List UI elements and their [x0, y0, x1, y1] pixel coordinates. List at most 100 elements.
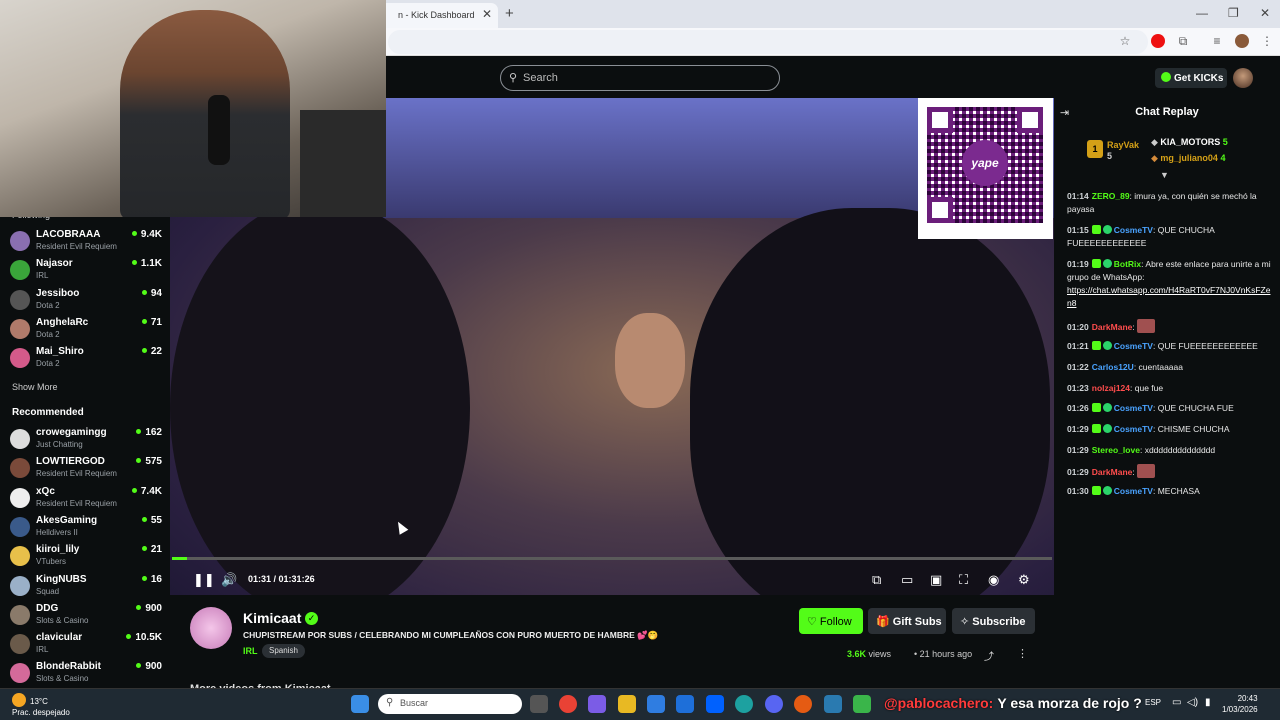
pip-icon[interactable]: ⧉: [872, 572, 881, 588]
video-frame-face: [615, 313, 685, 408]
battery-icon[interactable]: ▮: [1205, 697, 1211, 708]
chat-username[interactable]: Carlos12U: [1092, 362, 1134, 372]
minimize-icon[interactable]: —: [1196, 6, 1208, 20]
theater-mode-icon[interactable]: ▭: [901, 572, 913, 588]
bookmark-star-icon[interactable]: ☆: [1118, 34, 1132, 48]
discord-icon[interactable]: [765, 695, 783, 713]
more-options-icon[interactable]: ⋮: [1017, 647, 1028, 660]
file-explorer-icon[interactable]: [618, 695, 636, 713]
language-tag[interactable]: Spanish: [262, 644, 305, 658]
channel-name[interactable]: Kimicaat: [243, 610, 301, 626]
sidebar-item-clavicular[interactable]: clavicular IRL 10.5K: [10, 632, 162, 660]
qr-corner: [927, 107, 953, 133]
avatar: [10, 260, 30, 281]
subscribe-button[interactable]: ✧ Subscribe: [952, 608, 1035, 634]
task-view-icon[interactable]: [530, 695, 548, 713]
gift-subs-button[interactable]: 🎁 Gift Subs: [868, 608, 946, 634]
get-kicks-button[interactable]: Get KICKs: [1155, 68, 1227, 88]
new-tab-icon[interactable]: +: [505, 5, 514, 22]
chat-timestamp: 01:19: [1067, 259, 1089, 269]
chat-username[interactable]: CosmeTV: [1114, 341, 1153, 351]
dropbox-icon[interactable]: [706, 695, 724, 713]
top-gifter-2[interactable]: ◆ KIA_MOTORS 5: [1151, 137, 1228, 148]
share-icon[interactable]: ⤴: [984, 648, 994, 663]
chat-username[interactable]: nolzaj124: [1092, 383, 1130, 393]
webcam-laptop: [300, 110, 386, 217]
sidebar-item-anghelarc[interactable]: AnghelaRc Dota 2 71: [10, 317, 162, 345]
browser-tab[interactable]: n - Kick Dashboard ✕: [380, 3, 498, 28]
chat-username[interactable]: DarkMane: [1092, 322, 1133, 332]
vscode-icon[interactable]: [824, 695, 842, 713]
opera-icon[interactable]: [1151, 34, 1165, 48]
pause-icon[interactable]: ❚❚: [193, 572, 215, 588]
chat-username[interactable]: CosmeTV: [1114, 424, 1153, 434]
search-input[interactable]: ⚲ Search: [500, 65, 780, 91]
chat-username[interactable]: DarkMane: [1092, 467, 1133, 477]
chat-username[interactable]: CosmeTV: [1114, 486, 1153, 496]
speaker-icon[interactable]: ◁): [1187, 697, 1198, 708]
volume-icon[interactable]: 🔊: [221, 572, 237, 588]
qr-corner: [1017, 107, 1043, 133]
viewer-count: 55: [142, 515, 162, 526]
sidebar-item-jessiboo[interactable]: Jessiboo Dota 2 94: [10, 288, 162, 316]
sidebar-item-crowegamingg[interactable]: crowegamingg Just Chatting 162: [10, 427, 162, 455]
pinned-toggle-icon[interactable]: ▼: [1160, 170, 1169, 180]
extensions-icon[interactable]: ⧉: [1176, 34, 1190, 48]
yape-qr-code: yape: [918, 98, 1053, 239]
fullscreen-icon[interactable]: ⛶: [959, 572, 968, 588]
chat-username[interactable]: CosmeTV: [1114, 225, 1153, 235]
chat-username[interactable]: Stereo_love: [1092, 445, 1140, 455]
taskbar-search[interactable]: ⚲ Buscar: [378, 694, 522, 714]
window-close-icon[interactable]: ✕: [1260, 6, 1270, 20]
webcam-overlay: [0, 0, 386, 217]
sidebar-item-najasor[interactable]: Najasor IRL 1.1K: [10, 258, 162, 286]
top-gifter-3[interactable]: ◆ mg_juliano04 4: [1151, 153, 1225, 164]
sub-badge-icon: [1091, 259, 1101, 268]
chat-message: 01:20 DarkMane:: [1067, 319, 1273, 334]
sidebar-item-lowtiergod[interactable]: LOWTIERGOD Resident Evil Requiem 575: [10, 456, 162, 484]
follow-button[interactable]: ♡ Follow: [799, 608, 863, 634]
chat-link[interactable]: https://chat.whatsapp.com/H4RaRT0vF7NJ0V…: [1067, 285, 1270, 308]
chat-username[interactable]: BotRix: [1114, 259, 1141, 269]
chat-username[interactable]: CosmeTV: [1114, 403, 1153, 413]
media-icon[interactable]: ≡: [1210, 34, 1224, 48]
show-more-button[interactable]: Show More: [12, 382, 58, 392]
maximize-icon[interactable]: ❐: [1228, 6, 1239, 20]
close-tab-icon[interactable]: ✕: [482, 7, 492, 21]
store-icon[interactable]: [647, 695, 665, 713]
playback-speed-icon[interactable]: ◉: [988, 572, 999, 588]
edge-icon[interactable]: [735, 695, 753, 713]
channel-avatar[interactable]: [190, 607, 232, 649]
system-clock[interactable]: 20:43 1/03/2026: [1222, 693, 1258, 715]
sidebar-item-ddg[interactable]: DDG Slots & Casino 900: [10, 603, 162, 631]
clip-icon[interactable]: ▣: [930, 572, 942, 588]
app-icon[interactable]: [794, 695, 812, 713]
user-avatar[interactable]: [1233, 68, 1253, 88]
sidebar-item-kiiroi_lily[interactable]: kiiroi_lily VTubers 21: [10, 544, 162, 572]
sidebar-item-akesgaming[interactable]: AkesGaming Helldivers II 55: [10, 515, 162, 543]
progress-bar[interactable]: [172, 557, 1052, 560]
category-link[interactable]: IRL: [243, 646, 258, 656]
sidebar-item-xqc[interactable]: xQc Resident Evil Requiem 7.4K: [10, 486, 162, 514]
copilot-icon[interactable]: [588, 695, 606, 713]
menu-icon[interactable]: ⋮: [1260, 34, 1274, 48]
sidebar-item-mai_shiro[interactable]: Mai_Shiro Dota 2 22: [10, 346, 162, 374]
weather-widget[interactable]: 13°C Prac. despejado: [12, 693, 70, 718]
app-icon[interactable]: [853, 695, 871, 713]
address-bar[interactable]: [388, 30, 1148, 54]
network-icon[interactable]: ▭: [1172, 697, 1181, 708]
settings-icon[interactable]: ⚙: [1018, 572, 1030, 588]
search-icon: ⚲: [386, 697, 394, 708]
start-menu-icon[interactable]: [351, 695, 369, 713]
profile-icon[interactable]: [1235, 34, 1249, 48]
mail-icon[interactable]: [676, 695, 694, 713]
top-gifter-1[interactable]: 1 RayVak 5: [1087, 140, 1139, 162]
language-indicator[interactable]: ESP: [1145, 698, 1161, 707]
channel-category: Squad: [36, 586, 60, 596]
sidebar-item-kingnubs[interactable]: KingNUBS Squad 16: [10, 574, 162, 602]
sidebar-item-lacobraaa[interactable]: LACOBRAAA Resident Evil Requiem 9.4K: [10, 229, 162, 257]
sidebar-item-blonderabbit[interactable]: BlondeRabbit Slots & Casino 900: [10, 661, 162, 689]
avatar: [10, 487, 30, 508]
chrome-icon[interactable]: [559, 695, 577, 713]
chat-username[interactable]: ZERO_89: [1092, 191, 1130, 201]
